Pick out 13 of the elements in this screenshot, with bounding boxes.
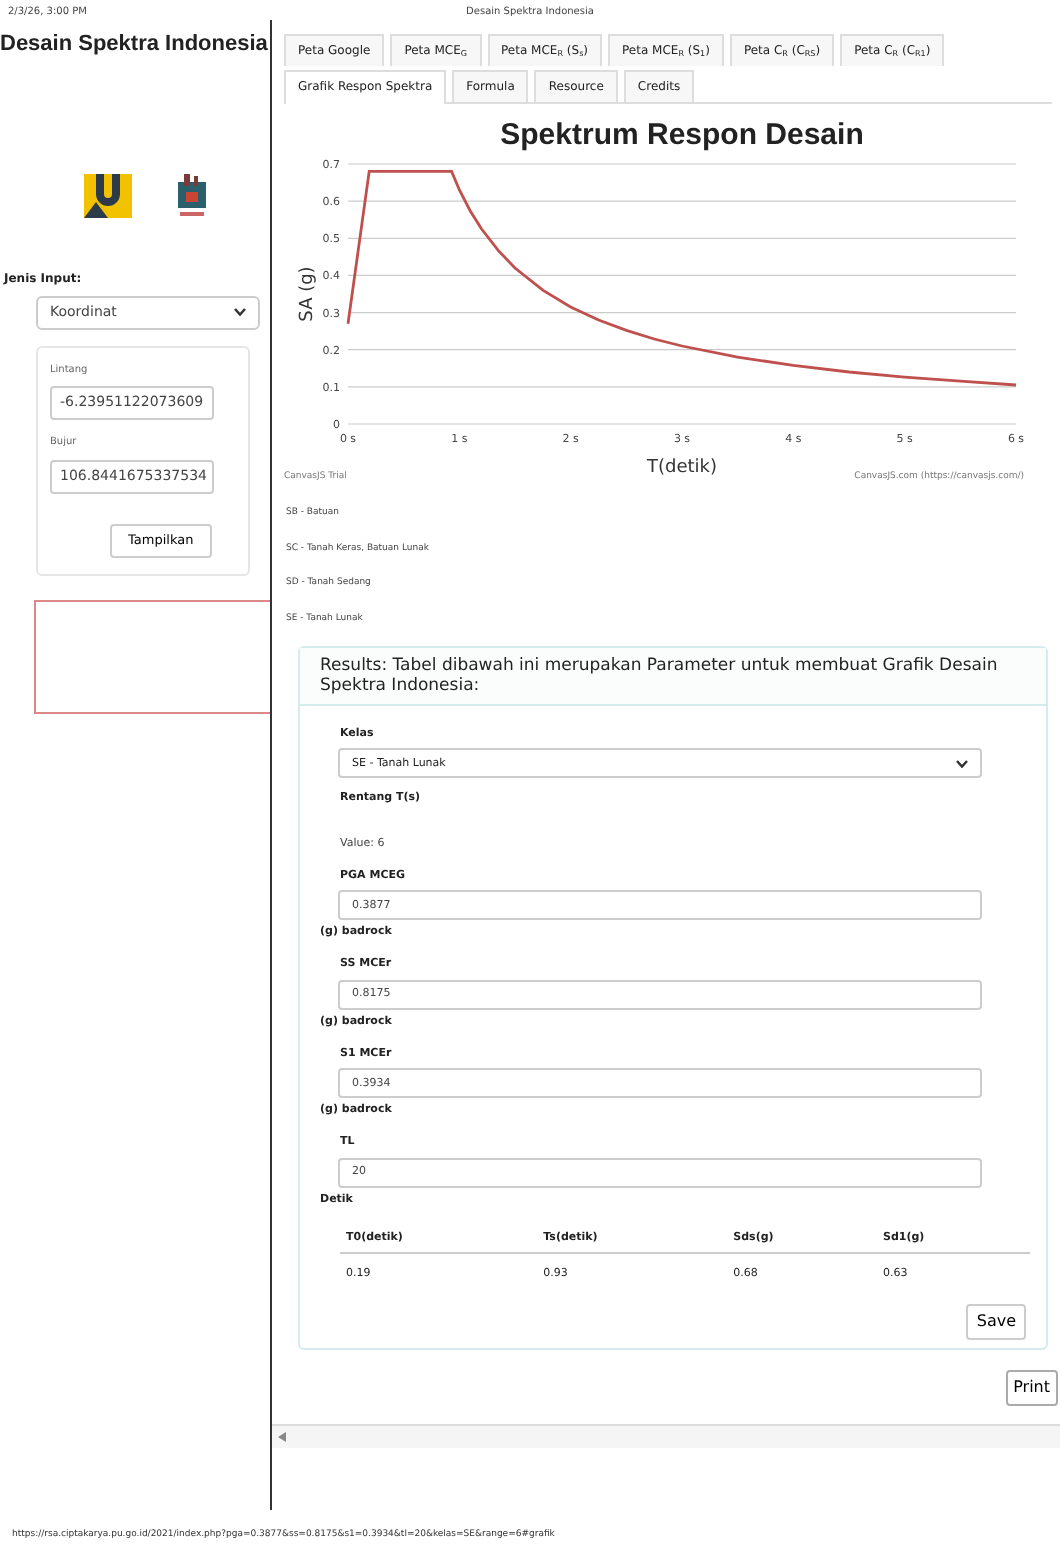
y-axis-label: SA (g) — [298, 266, 318, 322]
scroll-left-icon[interactable] — [278, 1432, 286, 1443]
emblem-icon — [175, 173, 207, 221]
app-title: Desain Spektra Indonesia — [0, 30, 270, 60]
results-header: Results: Tabel dibawah ini merupakan Parameter untuk membuat Grafik Desain Spektra Indonesia: — [300, 647, 1046, 707]
caret-icon — [956, 759, 968, 768]
save-button[interactable]: Save — [966, 1304, 1026, 1341]
ministry-logo-icon — [83, 173, 131, 217]
chart-title: Spektrum Respon Desain — [500, 118, 864, 152]
scrollbar[interactable] — [272, 1424, 1060, 1449]
print-button[interactable]: Print — [1005, 1370, 1058, 1407]
x-axis-label: T(detik) — [647, 458, 717, 478]
caret-icon — [234, 308, 246, 316]
